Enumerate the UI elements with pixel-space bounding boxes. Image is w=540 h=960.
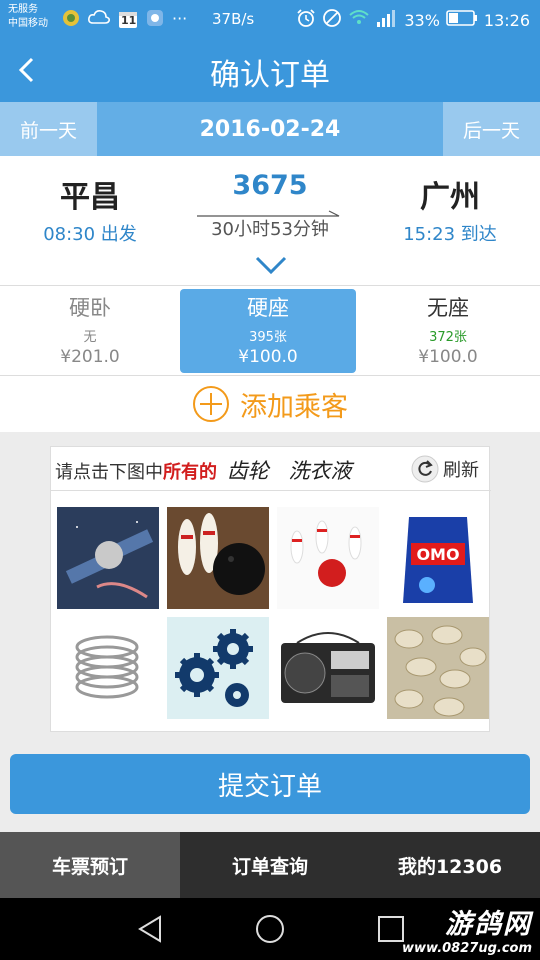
captcha-prompt-emphasis: 所有的 xyxy=(163,462,217,483)
arrival-name: 广州 xyxy=(420,180,480,215)
do-not-disturb-icon xyxy=(322,8,342,32)
seat-price: ¥100.0 xyxy=(238,347,298,367)
departure-name: 平昌 xyxy=(60,180,120,215)
captcha-prompt-prefix: 请点击下图中 xyxy=(55,462,163,483)
chevron-down-icon xyxy=(255,256,287,275)
route-arrow-icon xyxy=(197,203,343,217)
bottom-tab-bar: 车票预订 订单查询 我的12306 xyxy=(0,832,540,898)
tab-order-query[interactable]: 订单查询 xyxy=(180,832,360,898)
watermark-title: 游鸽网 xyxy=(445,909,532,940)
seat-name: 硬座 xyxy=(247,296,289,320)
signal-icon xyxy=(376,8,398,32)
page-title: 确认订单 xyxy=(210,58,330,93)
seat-option-hard-sleeper[interactable]: 硬卧 无 ¥201.0 xyxy=(2,289,178,373)
captcha-refresh-button[interactable]: 刷新 xyxy=(411,455,479,483)
captcha-tile-bowling-ball[interactable] xyxy=(167,507,269,609)
more-icon: ··· xyxy=(172,9,188,28)
wifi-3g-icon xyxy=(348,8,370,32)
clock: 13:26 xyxy=(483,10,530,30)
add-passenger-label: 添加乘客 xyxy=(240,391,348,423)
captcha-tile-peanuts[interactable] xyxy=(387,617,489,719)
carrier-line-2: 中国移动 xyxy=(8,18,48,29)
arrival-time: 15:23 到达 xyxy=(403,224,497,245)
cloud-icon xyxy=(88,9,110,33)
refresh-label: 刷新 xyxy=(443,460,479,481)
alarm-icon xyxy=(296,8,316,32)
add-passenger-button[interactable]: 添加乘客 xyxy=(0,376,540,432)
departure-time: 08:30 出发 xyxy=(43,224,137,245)
seat-count: 395张 xyxy=(249,330,287,345)
captcha-tile-coil[interactable] xyxy=(57,617,159,719)
seat-option-no-seat[interactable]: 无座 372张 ¥100.0 xyxy=(360,289,536,373)
train-summary: 3675 30小时53分钟 xyxy=(180,170,360,241)
circle-home-icon xyxy=(256,915,284,943)
seat-count: 372张 xyxy=(429,330,467,345)
captcha-prompt: 请点击下图中所有的 齿轮 洗衣液 xyxy=(55,455,351,485)
travel-date: 2016-02-24 xyxy=(199,116,341,142)
watermark-url: www.0827ug.com xyxy=(402,941,532,956)
calendar-icon: 11 xyxy=(118,9,138,33)
network-speed: 37B/s xyxy=(212,10,255,28)
expand-stops-button[interactable] xyxy=(254,254,288,276)
captcha-word-1: 齿轮 xyxy=(226,459,269,483)
captcha-tile-satellite[interactable] xyxy=(57,507,159,609)
submit-order-button[interactable]: 提交订单 xyxy=(10,754,530,814)
train-number: 3675 xyxy=(232,170,308,201)
calendar-day: 11 xyxy=(121,14,137,27)
captcha-tile-bowling-pins[interactable] xyxy=(277,507,379,609)
departure-station: 平昌 08:30 出发 xyxy=(0,172,180,246)
date-bar: 前一天 2016-02-24 后一天 xyxy=(0,102,540,156)
notification-icons: 11 ··· xyxy=(62,9,187,33)
battery-percent: 33% xyxy=(404,10,440,30)
seat-selector: 硬卧 无 ¥201.0 硬座 395张 ¥100.0 无座 372张 ¥100.… xyxy=(0,286,540,376)
prev-day-button[interactable]: 前一天 xyxy=(0,102,97,156)
nav-back-button[interactable] xyxy=(134,912,168,946)
refresh-icon xyxy=(411,455,439,483)
captcha-header: 请点击下图中所有的 齿轮 洗衣液 刷新 xyxy=(51,447,491,491)
seat-name: 硬卧 xyxy=(69,296,111,320)
seat-price: ¥100.0 xyxy=(418,347,478,367)
shield-app-icon xyxy=(146,9,164,33)
seat-name: 无座 xyxy=(427,296,469,320)
nav-home-button[interactable] xyxy=(253,912,287,946)
tab-ticket-booking[interactable]: 车票预订 xyxy=(0,832,180,898)
captcha-tile-gears[interactable] xyxy=(167,617,269,719)
captcha-tile-detergent[interactable]: OMO xyxy=(387,507,489,609)
train-info: 平昌 08:30 出发 3675 30小时53分钟 广州 15:23 到达 xyxy=(0,156,540,286)
next-day-button[interactable]: 后一天 xyxy=(443,102,540,156)
triangle-back-icon xyxy=(138,915,161,943)
arrival-station: 广州 15:23 到达 xyxy=(360,172,540,246)
system-nav-bar: 游鸽网 www.0827ug.com xyxy=(0,898,540,960)
tab-my-12306[interactable]: 我的12306 xyxy=(360,832,540,898)
travel-duration: 30小时53分钟 xyxy=(211,219,329,240)
site-watermark: 游鸽网 www.0827ug.com xyxy=(402,902,532,956)
captcha-word-2: 洗衣液 xyxy=(288,459,352,483)
plus-circle-icon xyxy=(193,386,229,422)
app-header: 确认订单 xyxy=(0,38,540,102)
app-notification-icon xyxy=(62,9,80,33)
seat-count: 无 xyxy=(83,330,97,345)
captcha-tile-radio[interactable] xyxy=(277,617,379,719)
battery-icon xyxy=(446,10,478,30)
carrier-line-1: 无服务 xyxy=(8,4,38,15)
svg-text:OMO: OMO xyxy=(416,545,459,564)
seat-option-hard-seat[interactable]: 硬座 395张 ¥100.0 xyxy=(180,289,356,373)
captcha-panel: 请点击下图中所有的 齿轮 洗衣液 刷新 OMO xyxy=(50,446,491,732)
seat-price: ¥201.0 xyxy=(60,347,120,367)
status-bar: 无服务 中国移动 11 ··· 37B/s 33% 13:26 xyxy=(0,0,540,38)
system-status: 33% 13:26 xyxy=(296,8,530,32)
carrier-info: 无服务 中国移动 xyxy=(8,3,48,31)
